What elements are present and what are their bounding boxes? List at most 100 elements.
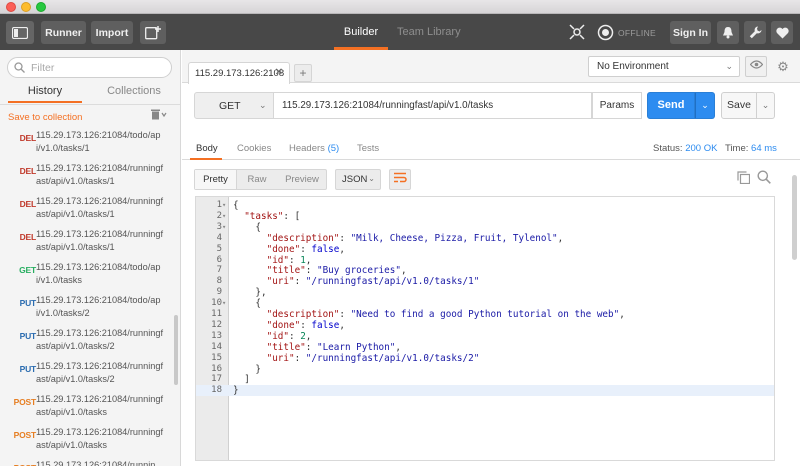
history-item-url: 115.29.173.126:21084/runningfast/api/v1.…	[36, 328, 164, 351]
new-tab-button[interactable]: +	[294, 64, 312, 82]
history-item[interactable]: DEL 115.29.173.126:21084/runningfast/api/…	[0, 225, 172, 258]
copy-icon[interactable]	[737, 171, 751, 187]
tab-headers[interactable]: Headers (5)	[289, 143, 339, 154]
format-value: JSON	[342, 174, 368, 185]
view-preview-button[interactable]: Preview	[277, 170, 327, 189]
runner-button[interactable]: Runner	[41, 21, 86, 44]
history-item[interactable]: DEL 115.29.173.126:21084/todo/api/v1.0/ta…	[0, 126, 172, 159]
wrap-lines-button[interactable]	[389, 169, 411, 190]
fold-toggle-icon[interactable]: ▾	[222, 298, 229, 309]
view-pretty-button[interactable]: Pretty	[195, 170, 237, 189]
request-tab-label: 115.29.173.126:2108	[195, 68, 285, 79]
chevron-down-icon: ⌄	[259, 100, 267, 110]
import-button[interactable]: Import	[91, 21, 133, 44]
code-text: }	[233, 385, 239, 397]
method-select[interactable]: GET ⌄	[194, 92, 274, 119]
request-tab[interactable]: 115.29.173.126:2108 ✕	[188, 62, 290, 84]
headers-count: (5)	[327, 143, 340, 154]
send-options-button[interactable]: ⌄	[695, 92, 715, 119]
new-window-button[interactable]	[140, 21, 166, 44]
history-item[interactable]: GET 115.29.173.126:21084/todo/api/v1.0/ta…	[0, 258, 172, 291]
search-icon	[14, 62, 25, 73]
code-line: 1 ▾ {	[196, 200, 774, 211]
environment-value: No Environment	[597, 61, 669, 72]
sidebar-scrollbar[interactable]	[174, 315, 178, 385]
history-item-url: 115.29.173.126:21084/runningfast/api/v1.…	[36, 361, 164, 384]
tab-history[interactable]: History	[8, 83, 82, 103]
params-button[interactable]: Params	[592, 92, 642, 119]
close-icon[interactable]: ✕	[275, 67, 283, 78]
code-text: "title": "Buy groceries",	[266, 265, 407, 277]
search-icon[interactable]	[757, 170, 771, 187]
tab-headers-label: Headers	[289, 143, 325, 154]
window-zoom-button[interactable]	[36, 2, 46, 12]
history-list: DEL 115.29.173.126:21084/todo/api/v1.0/ta…	[0, 126, 172, 466]
code-line: 18}	[196, 385, 774, 397]
line-number: 7	[216, 265, 222, 276]
tab-cookies[interactable]: Cookies	[237, 143, 271, 154]
history-item-method: POST	[13, 430, 37, 440]
history-item[interactable]: POST 115.29.173.126:21084/runningfast/api…	[0, 423, 172, 456]
code-line: 4 "description": "Milk, Cheese, Pizza, F…	[196, 233, 774, 244]
save-options-button[interactable]: ⌄	[757, 92, 775, 119]
code-text: "tasks": [	[244, 210, 301, 222]
status-readout: Status: 200 OK	[653, 143, 717, 154]
environment-select[interactable]: No Environment ⌄	[588, 56, 740, 77]
history-item[interactable]: POST115.29.173.126:21084/runnin	[0, 456, 172, 466]
code-line: 2 ▾ "tasks": [	[196, 210, 774, 222]
tab-body[interactable]: Body	[196, 143, 218, 154]
window-minimize-button[interactable]	[21, 2, 31, 12]
send-button[interactable]: Send	[647, 92, 695, 119]
gear-icon[interactable]: ⚙	[772, 56, 794, 77]
environment-quick-look-button[interactable]	[745, 56, 767, 77]
tab-builder[interactable]: Builder	[334, 14, 388, 50]
history-item-method: DEL	[19, 166, 37, 176]
tab-collections[interactable]: Collections	[92, 83, 176, 103]
view-raw-button[interactable]: Raw	[238, 170, 276, 189]
line-number: 1	[216, 200, 222, 210]
main-scrollbar[interactable]	[792, 175, 797, 260]
code-text: "id": 2,	[266, 330, 312, 342]
history-item[interactable]: POST 115.29.173.126:21084/runningfast/api…	[0, 390, 172, 423]
tab-team-library[interactable]: Team Library	[397, 14, 461, 50]
clear-history-button[interactable]	[151, 109, 167, 123]
trash-icon	[151, 109, 167, 120]
line-number: 16	[211, 363, 222, 374]
history-item[interactable]: DEL 115.29.173.126:21084/runningfast/api/…	[0, 159, 172, 192]
window-close-button[interactable]	[6, 2, 16, 12]
response-body-editor[interactable]: 1 ▾{2 ▾ "tasks": [3 ▾ {4 "description": "Mi…	[195, 196, 775, 461]
code-text: "id": 1,	[266, 254, 312, 266]
fold-toggle-icon[interactable]: ▾	[222, 211, 229, 222]
sign-in-button[interactable]: Sign In	[670, 21, 711, 44]
settings-button[interactable]	[744, 21, 766, 44]
bell-icon	[723, 27, 733, 39]
response-tabs: Body Cookies Headers (5) Tests Status: 2…	[182, 138, 800, 160]
toggle-sidebar-button[interactable]	[6, 21, 34, 44]
fold-toggle-icon[interactable]: ▾	[222, 222, 229, 233]
save-button[interactable]: Save	[721, 92, 757, 119]
history-item[interactable]: PUT 115.29.173.126:21084/todo/api/v1.0/ta…	[0, 291, 172, 324]
history-item-method: DEL	[19, 232, 37, 242]
new-window-icon	[145, 25, 161, 39]
code-text: {	[233, 221, 261, 233]
favorites-button[interactable]	[771, 21, 793, 44]
filter-box[interactable]	[7, 57, 172, 78]
filter-input[interactable]	[31, 61, 161, 74]
format-select[interactable]: JSON ⌄	[335, 169, 381, 190]
tab-tests[interactable]: Tests	[357, 143, 379, 154]
time-readout: Time: 64 ms	[725, 143, 777, 154]
interceptor-icon[interactable]	[568, 23, 586, 41]
history-item[interactable]: PUT 115.29.173.126:21084/runningfast/api/…	[0, 324, 172, 357]
save-to-collection-link[interactable]: Save to collection	[8, 112, 82, 123]
url-input[interactable]	[274, 92, 592, 119]
code-text: ]	[233, 374, 250, 386]
code-line: 17 ]	[196, 374, 774, 386]
sync-status-icon[interactable]	[596, 23, 614, 41]
notifications-button[interactable]	[717, 21, 739, 44]
fold-toggle-icon[interactable]: ▾	[222, 200, 229, 211]
history-item[interactable]: DEL 115.29.173.126:21084/runningfast/api/…	[0, 192, 172, 225]
history-item[interactable]: PUT 115.29.173.126:21084/runningfast/api/…	[0, 357, 172, 390]
time-value: 64 ms	[751, 143, 777, 154]
chevron-down-icon: ⌄	[725, 61, 733, 71]
history-item-method: PUT	[19, 298, 37, 308]
